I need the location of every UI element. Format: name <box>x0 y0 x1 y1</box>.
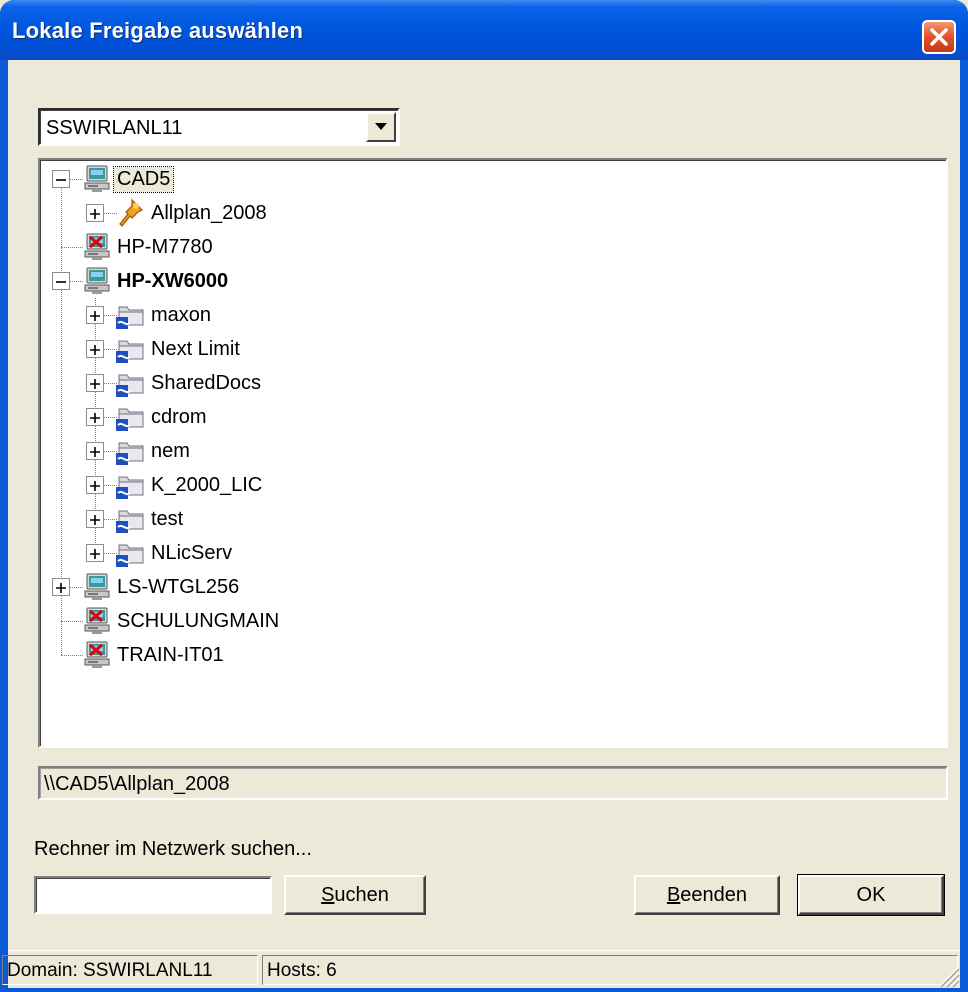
dialog-window: Lokale Freigabe auswählen SSWIRLANL11 CA… <box>0 0 968 992</box>
dialog-body: SSWIRLANL11 CAD5 Allplan_2008 HP-M7780 HP-X… <box>2 60 960 988</box>
expand-icon[interactable] <box>86 204 104 222</box>
close-button[interactable] <box>922 20 956 54</box>
status-domain: Domain: SSWIRLANL11 <box>2 955 258 985</box>
network-share-icon <box>116 301 148 329</box>
status-bar: Domain: SSWIRLANL11 Hosts: 6 <box>2 950 960 988</box>
tree-connector <box>61 655 83 656</box>
tree-item-computer[interactable]: TRAIN-IT01 <box>82 638 227 672</box>
expand-icon[interactable] <box>86 408 104 426</box>
collapse-icon[interactable] <box>52 170 70 188</box>
tree-item-label: SCHULUNGMAIN <box>117 609 280 632</box>
tree-item-share[interactable]: SharedDocs <box>116 366 264 400</box>
tree-item-label: maxon <box>151 303 212 326</box>
tree-item-label: NLicServ <box>151 541 233 564</box>
title-bar[interactable]: Lokale Freigabe auswählen <box>0 0 968 60</box>
tree-item-label: SharedDocs <box>151 371 262 394</box>
network-share-icon <box>116 505 148 533</box>
tree-item-share[interactable]: test <box>116 502 186 536</box>
network-share-icon <box>116 539 148 567</box>
tree-item-label: test <box>151 507 184 530</box>
expand-icon[interactable] <box>86 476 104 494</box>
tree-item-label: TRAIN-IT01 <box>117 643 224 666</box>
network-tree[interactable]: CAD5 Allplan_2008 HP-M7780 HP-XW6000 maxon Ne… <box>38 158 948 748</box>
offline-computer-icon <box>82 606 114 636</box>
tree-item-computer[interactable]: SCHULUNGMAIN <box>82 604 282 638</box>
selected-path-text: \\CAD5\Allplan_2008 <box>44 773 230 795</box>
status-hosts: Hosts: 6 <box>262 955 958 985</box>
pin-icon <box>116 198 148 228</box>
offline-computer-icon <box>82 232 114 262</box>
search-button-label: uchen <box>334 883 389 906</box>
tree-item-label: K_2000_LIC <box>151 473 263 496</box>
tree-item-share[interactable]: Next Limit <box>116 332 243 366</box>
tree-item-share[interactable]: NLicServ <box>116 536 235 570</box>
selected-path-field: \\CAD5\Allplan_2008 <box>38 766 948 800</box>
domain-select-value: SSWIRLANL11 <box>46 117 183 139</box>
expand-icon[interactable] <box>86 442 104 460</box>
tree-item-computer[interactable]: CAD5 <box>82 162 175 196</box>
expand-icon[interactable] <box>86 544 104 562</box>
network-share-icon <box>116 335 148 363</box>
ok-button[interactable]: OK <box>797 874 945 916</box>
search-label: Rechner im Netzwerk suchen... <box>34 838 312 860</box>
tree-item-label: cdrom <box>151 405 207 428</box>
network-share-icon <box>116 369 148 397</box>
search-input[interactable] <box>34 876 272 914</box>
tree-item-label: HP-XW6000 <box>117 269 229 292</box>
expand-icon[interactable] <box>52 578 70 596</box>
tree-item-computer[interactable]: LS-WTGL256 <box>82 570 242 604</box>
collapse-icon[interactable] <box>52 272 70 290</box>
tree-item-computer[interactable]: HP-M7780 <box>82 230 216 264</box>
computer-icon <box>82 266 114 296</box>
network-share-icon <box>116 437 148 465</box>
tree-item-label: HP-M7780 <box>117 235 213 258</box>
close-icon <box>930 28 948 46</box>
tree-item-label: Allplan_2008 <box>151 201 267 224</box>
tree-connector <box>61 247 83 248</box>
tree-item-share[interactable]: cdrom <box>116 400 210 434</box>
expand-icon[interactable] <box>86 306 104 324</box>
computer-icon <box>82 164 114 194</box>
tree-item-share[interactable]: maxon <box>116 298 214 332</box>
offline-computer-icon <box>82 640 114 670</box>
chevron-down-icon <box>375 123 387 130</box>
network-share-icon <box>116 403 148 431</box>
tree-item-share[interactable]: Allplan_2008 <box>116 196 270 230</box>
window-title: Lokale Freigabe auswählen <box>12 18 304 43</box>
tree-item-share[interactable]: nem <box>116 434 193 468</box>
expand-icon[interactable] <box>86 510 104 528</box>
network-share-icon <box>116 471 148 499</box>
resize-grip-icon[interactable] <box>934 962 960 988</box>
tree-item-label: Next Limit <box>151 337 240 360</box>
dropdown-button[interactable] <box>366 112 396 142</box>
quit-button-accel: B <box>666 883 681 906</box>
domain-select[interactable]: SSWIRLANL11 <box>38 108 400 146</box>
tree-item-label: LS-WTGL256 <box>117 575 240 598</box>
search-button[interactable]: Suchen <box>284 875 426 915</box>
quit-button[interactable]: Beenden <box>634 875 780 915</box>
tree-item-label: CAD5 <box>112 165 175 193</box>
tree-item-computer[interactable]: HP-XW6000 <box>82 264 231 298</box>
computer-icon <box>82 572 114 602</box>
tree-item-share[interactable]: K_2000_LIC <box>116 468 265 502</box>
ok-button-label: OK <box>856 883 886 906</box>
tree-item-label: nem <box>151 439 190 462</box>
search-button-accel: S <box>321 883 335 906</box>
expand-icon[interactable] <box>86 340 104 358</box>
quit-button-label: eenden <box>680 883 748 906</box>
tree-connector <box>61 621 83 622</box>
expand-icon[interactable] <box>86 374 104 392</box>
